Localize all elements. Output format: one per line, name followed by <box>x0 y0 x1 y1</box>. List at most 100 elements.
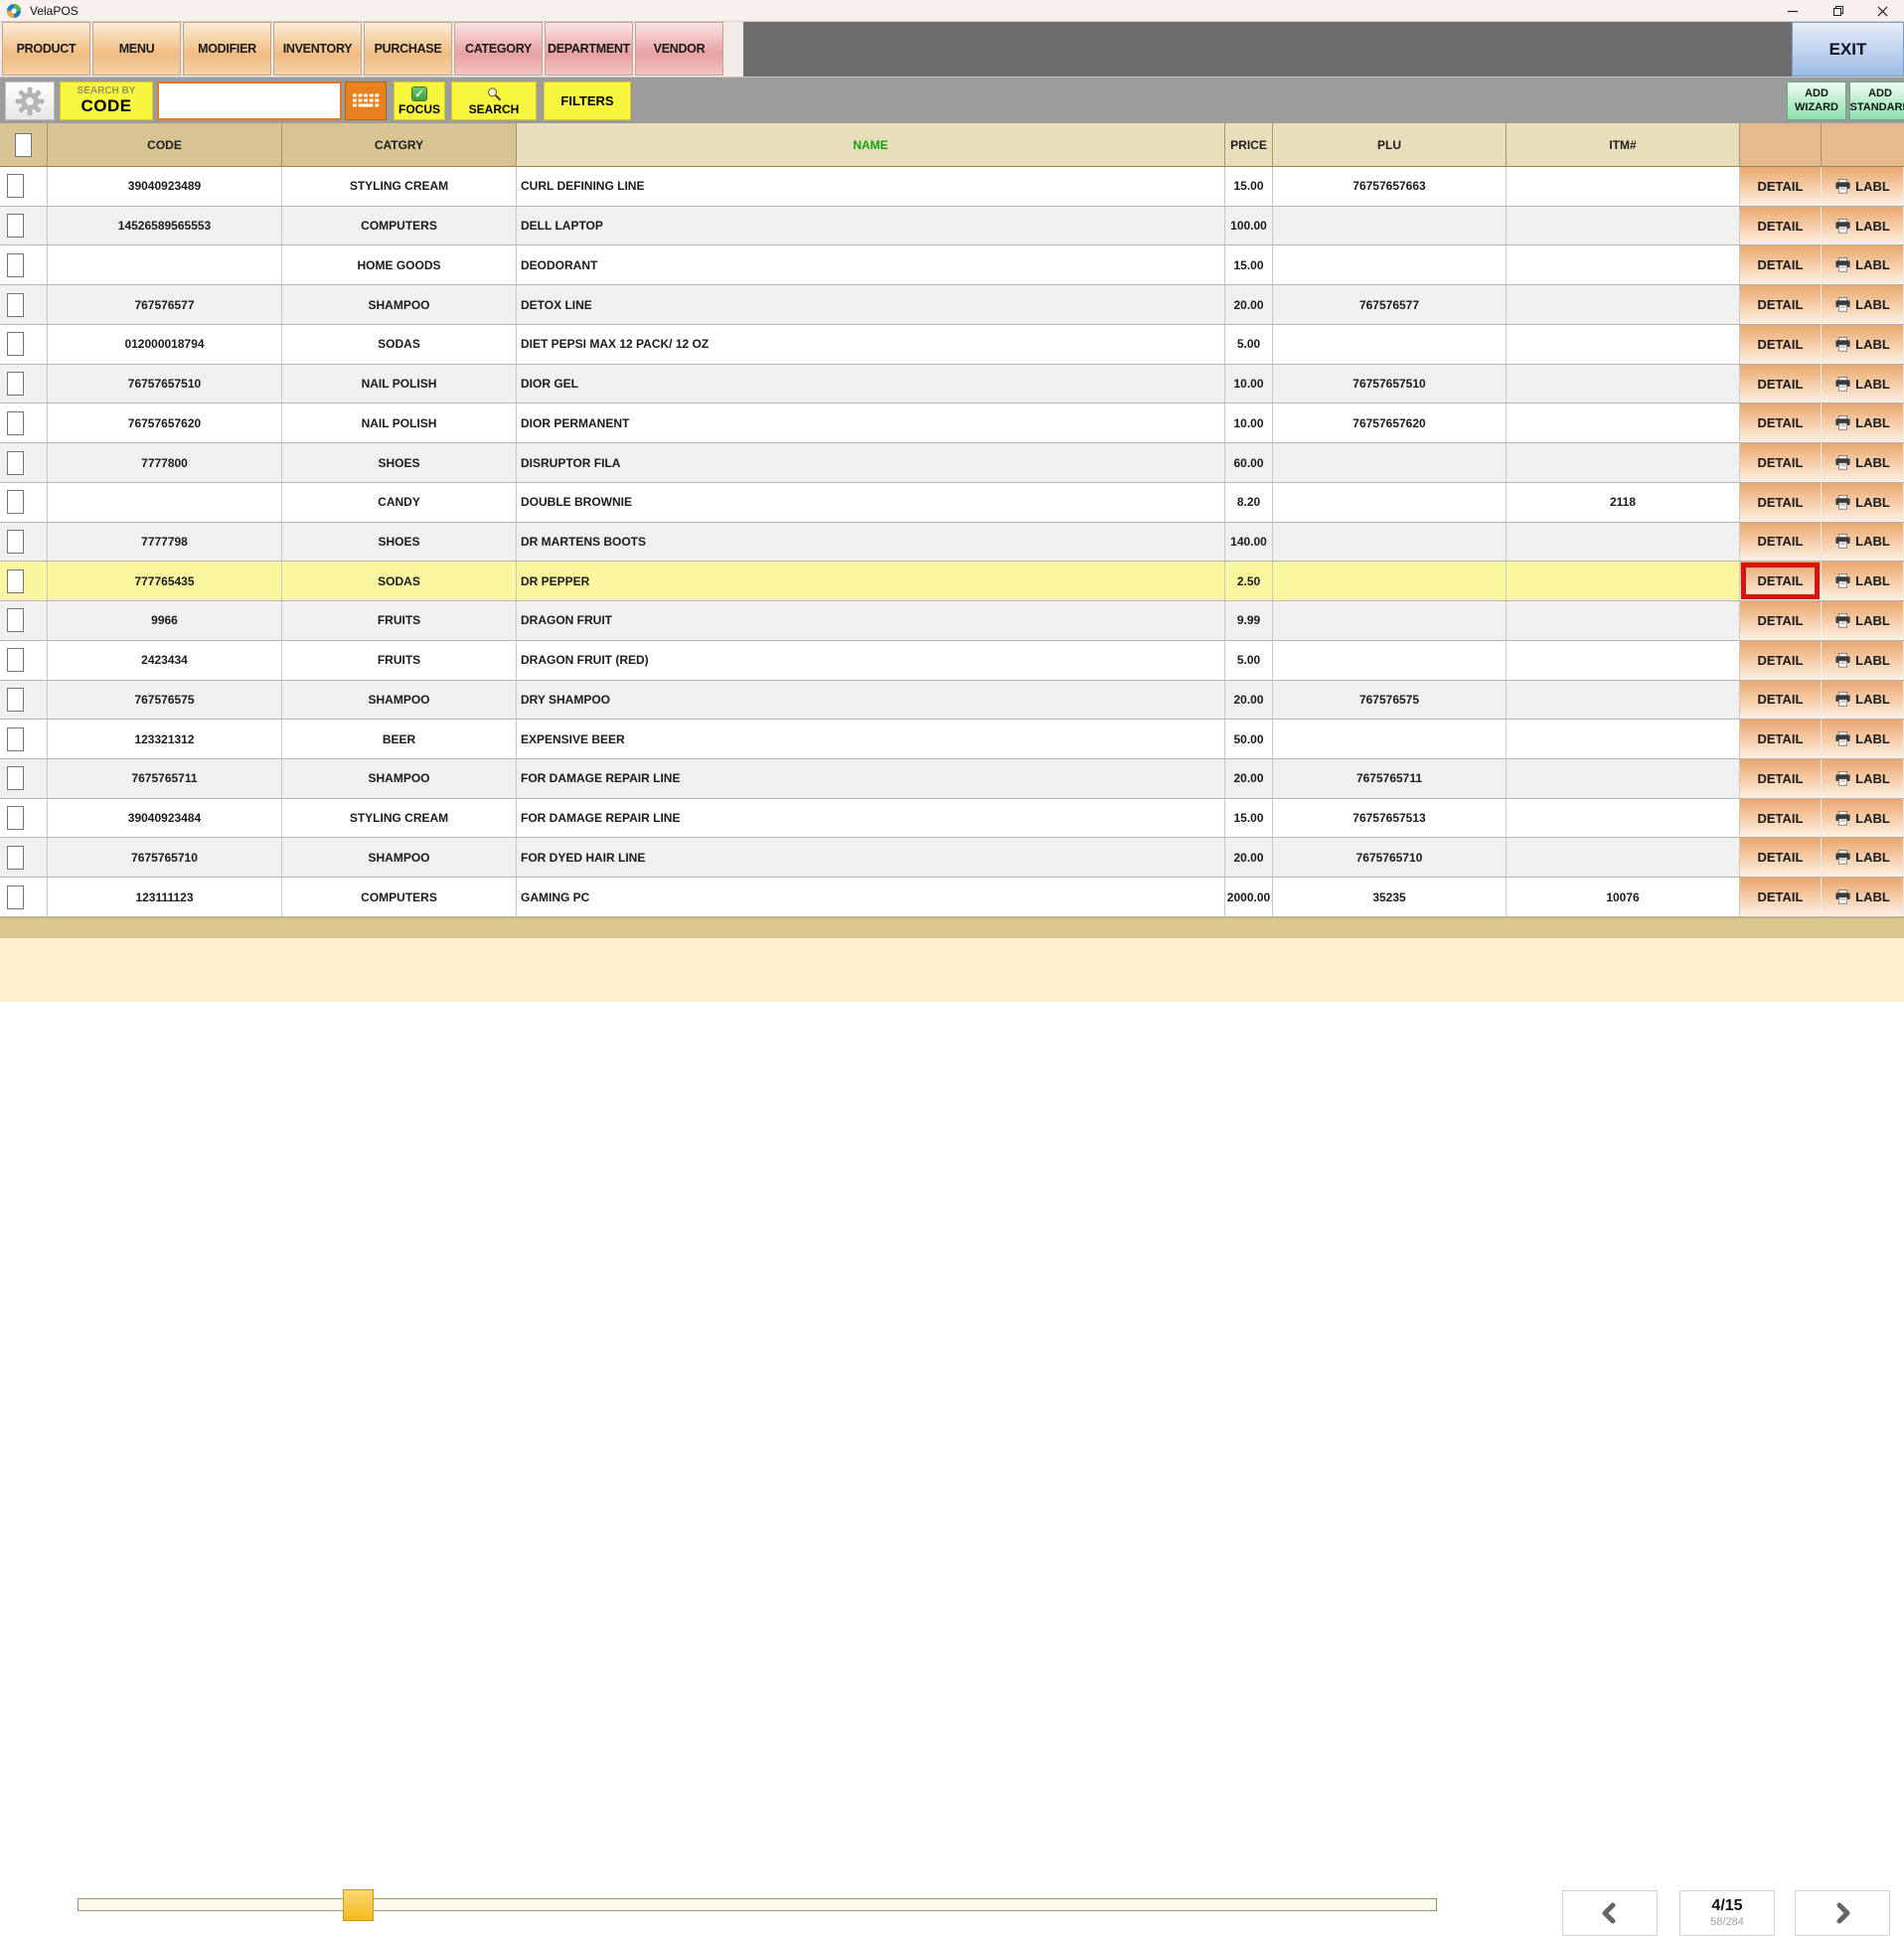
cell-catgry: SHOES <box>282 443 517 482</box>
row-checkbox[interactable] <box>7 490 24 514</box>
search-by-button[interactable]: SEARCH BY CODE <box>60 81 153 120</box>
detail-button[interactable]: DETAIL <box>1740 403 1822 442</box>
row-checkbox[interactable] <box>7 253 24 277</box>
detail-button[interactable]: DETAIL <box>1740 483 1822 522</box>
row-checkbox[interactable] <box>7 174 24 198</box>
row-checkbox[interactable] <box>7 766 24 790</box>
row-checkbox[interactable] <box>7 372 24 396</box>
header-catgry[interactable]: CATGRY <box>282 123 517 166</box>
label-print-button[interactable]: LABL <box>1822 838 1904 877</box>
label-print-button[interactable]: LABL <box>1822 325 1904 364</box>
page-slider-thumb[interactable] <box>343 1889 374 1921</box>
label-print-button[interactable]: LABL <box>1822 601 1904 640</box>
detail-button[interactable]: DETAIL <box>1740 759 1822 798</box>
detail-button[interactable]: DETAIL <box>1740 245 1822 284</box>
minimize-button[interactable] <box>1775 0 1811 22</box>
detail-button[interactable]: DETAIL <box>1740 720 1822 758</box>
tab-inventory[interactable]: INVENTORY <box>273 22 362 76</box>
tab-menu[interactable]: MENU <box>92 22 181 76</box>
keyboard-button[interactable] <box>345 81 387 120</box>
row-checkbox[interactable] <box>7 886 24 909</box>
header-code[interactable]: CODE <box>48 123 282 166</box>
cell-catgry: SHOES <box>282 523 517 562</box>
tab-category[interactable]: CATEGORY <box>454 22 543 76</box>
search-button[interactable]: SEARCH <box>451 81 537 120</box>
label-print-button[interactable]: LABL <box>1822 443 1904 482</box>
header-price[interactable]: PRICE <box>1225 123 1273 166</box>
tab-vendor[interactable]: VENDOR <box>635 22 723 76</box>
label-print-button[interactable]: LABL <box>1822 681 1904 720</box>
label-print-button[interactable]: LABL <box>1822 285 1904 324</box>
detail-button[interactable]: DETAIL <box>1740 167 1822 206</box>
row-checkbox[interactable] <box>7 530 24 554</box>
row-checkbox[interactable] <box>7 846 24 870</box>
row-checkbox[interactable] <box>7 608 24 632</box>
next-page-button[interactable] <box>1795 1890 1890 1936</box>
detail-button[interactable]: DETAIL <box>1740 562 1822 600</box>
filters-button[interactable]: FILTERS <box>544 81 631 120</box>
header-name[interactable]: NAME <box>517 123 1225 166</box>
detail-button[interactable]: DETAIL <box>1740 285 1822 324</box>
detail-button-label: DETAIL <box>1758 179 1804 194</box>
close-button[interactable] <box>1864 0 1900 22</box>
select-all-checkbox[interactable] <box>15 133 32 157</box>
settings-button[interactable] <box>5 81 55 120</box>
detail-button[interactable]: DETAIL <box>1740 365 1822 403</box>
row-checkbox[interactable] <box>7 569 24 593</box>
row-checkbox[interactable] <box>7 648 24 672</box>
label-print-button[interactable]: LABL <box>1822 641 1904 680</box>
detail-button[interactable]: DETAIL <box>1740 641 1822 680</box>
detail-button[interactable]: DETAIL <box>1740 681 1822 720</box>
label-print-button[interactable]: LABL <box>1822 523 1904 562</box>
table-row: 39040923489 STYLING CREAM CURL DEFINING … <box>0 167 1904 207</box>
label-print-button[interactable]: LABL <box>1822 483 1904 522</box>
label-print-button[interactable]: LABL <box>1822 167 1904 206</box>
detail-button[interactable]: DETAIL <box>1740 838 1822 877</box>
page-slider-track[interactable] <box>78 1898 1437 1911</box>
tab-modifier[interactable]: MODIFIER <box>183 22 271 76</box>
tab-purchase[interactable]: PURCHASE <box>364 22 452 76</box>
label-print-button[interactable]: LABL <box>1822 759 1904 798</box>
label-print-button[interactable]: LABL <box>1822 403 1904 442</box>
detail-button[interactable]: DETAIL <box>1740 443 1822 482</box>
label-print-button[interactable]: LABL <box>1822 207 1904 245</box>
detail-button[interactable]: DETAIL <box>1740 878 1822 916</box>
detail-button[interactable]: DETAIL <box>1740 523 1822 562</box>
label-print-button[interactable]: LABL <box>1822 799 1904 838</box>
exit-button[interactable]: EXIT <box>1792 22 1904 77</box>
label-print-button[interactable]: LABL <box>1822 245 1904 284</box>
horizontal-scrollbar[interactable] <box>0 917 1904 938</box>
table-row: 123321312 BEER EXPENSIVE BEER 50.00 DETA… <box>0 720 1904 759</box>
previous-page-button[interactable] <box>1562 1890 1658 1936</box>
header-plu[interactable]: PLU <box>1273 123 1507 166</box>
label-print-button[interactable]: LABL <box>1822 878 1904 916</box>
row-checkbox[interactable] <box>7 332 24 356</box>
detail-button[interactable]: DETAIL <box>1740 601 1822 640</box>
label-print-button[interactable]: LABL <box>1822 562 1904 600</box>
label-print-button[interactable]: LABL <box>1822 365 1904 403</box>
row-checkbox[interactable] <box>7 727 24 751</box>
detail-button[interactable]: DETAIL <box>1740 799 1822 838</box>
focus-toggle-button[interactable]: ✓ FOCUS <box>394 81 445 120</box>
row-checkbox[interactable] <box>7 806 24 830</box>
add-standard-button[interactable]: ADD STANDARD <box>1849 81 1904 120</box>
detail-button[interactable]: DETAIL <box>1740 325 1822 364</box>
row-checkbox[interactable] <box>7 411 24 435</box>
cell-plu: 35235 <box>1273 878 1507 916</box>
tab-department[interactable]: DEPARTMENT <box>545 22 633 76</box>
cell-plu <box>1273 443 1507 482</box>
detail-button-label: DETAIL <box>1758 534 1804 549</box>
search-input[interactable] <box>157 81 342 120</box>
tab-product[interactable]: PRODUCT <box>2 22 90 76</box>
row-checkbox[interactable] <box>7 451 24 475</box>
maximize-button[interactable] <box>1821 0 1856 22</box>
label-print-button[interactable]: LABL <box>1822 720 1904 758</box>
row-checkbox[interactable] <box>7 293 24 317</box>
row-checkbox[interactable] <box>7 214 24 238</box>
labl-button-label: LABL <box>1855 297 1890 312</box>
row-checkbox-cell <box>0 443 48 482</box>
detail-button[interactable]: DETAIL <box>1740 207 1822 245</box>
header-itm[interactable]: ITM# <box>1507 123 1740 166</box>
row-checkbox[interactable] <box>7 688 24 712</box>
add-wizard-button[interactable]: ADD WIZARD <box>1787 81 1846 120</box>
